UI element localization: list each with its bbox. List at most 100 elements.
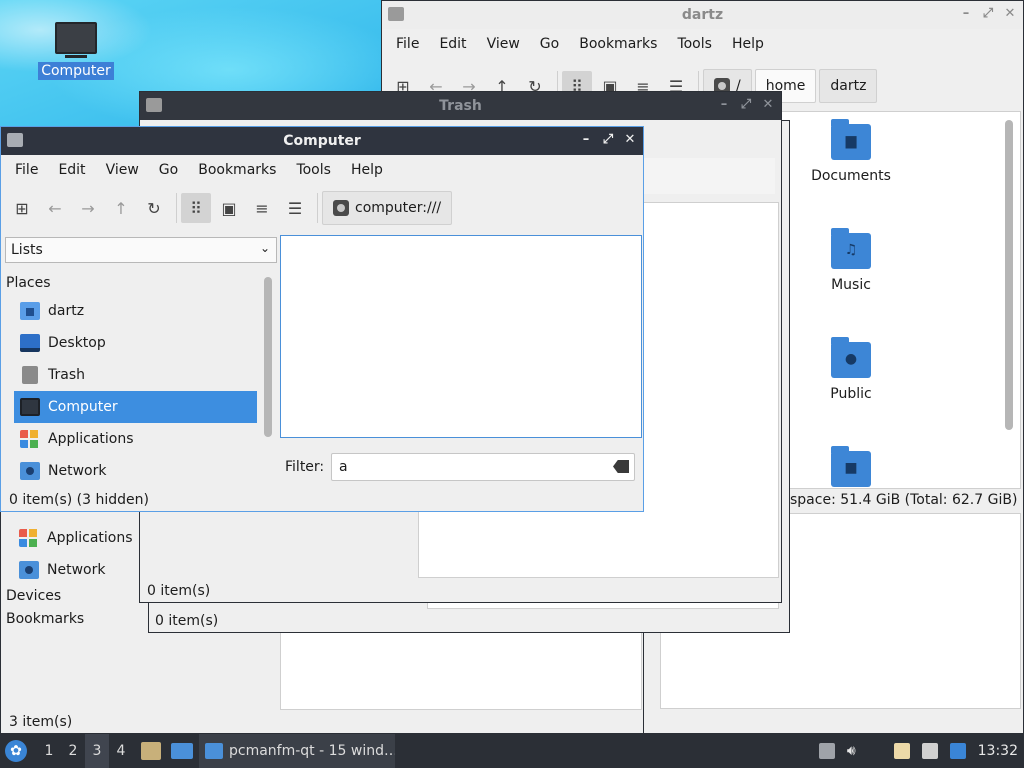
forward-arrow-icon[interactable]: → [73, 193, 103, 223]
new-tab-icon[interactable]: ⊞ [7, 193, 37, 223]
path-dartz-button[interactable]: dartz [819, 69, 878, 103]
minimize-button[interactable]: – [717, 97, 731, 112]
menu-tools[interactable]: Tools [286, 162, 341, 178]
file-manager-launcher-icon[interactable] [141, 742, 161, 760]
taskbar-task[interactable]: pcmanfm-qt - 15 wind… [199, 734, 395, 768]
window-title: Trash [439, 98, 482, 114]
folder-label: Documents [811, 168, 891, 184]
sidebar-item-label: Desktop [48, 335, 106, 351]
clipboard-icon[interactable] [893, 743, 910, 759]
location-button[interactable]: computer:/// [322, 191, 453, 225]
menu-view[interactable]: View [477, 36, 530, 52]
maximize-button[interactable]: ⤢ [601, 132, 615, 147]
back-arrow-icon[interactable]: ← [40, 193, 70, 223]
sidebar-item-label: Trash [48, 367, 85, 383]
close-button[interactable]: ✕ [623, 132, 637, 147]
workspace-4[interactable]: 4 [109, 743, 133, 759]
thumbnail-view-icon[interactable]: ▣ [214, 193, 244, 223]
network-icon [19, 561, 39, 579]
sidebar-item-computer[interactable]: Computer [14, 391, 257, 423]
sidebar-mode-select[interactable]: Lists ⌄ [5, 237, 277, 263]
places-header[interactable]: Places [6, 275, 51, 291]
scrollbar[interactable] [1005, 120, 1013, 430]
sidebar-item-trash[interactable]: Trash [14, 359, 257, 391]
document-folder-icon: ▆ [831, 119, 871, 160]
network-icon [20, 462, 40, 480]
detailed-view-icon[interactable]: ☰ [280, 193, 310, 223]
icon-view-icon[interactable]: ⠿ [181, 193, 211, 223]
sidebar-mode-value: Lists [11, 242, 43, 258]
minimize-button[interactable]: – [579, 132, 593, 147]
desktop-icon [20, 334, 40, 352]
clear-icon[interactable] [613, 460, 629, 473]
folder-label: Music [831, 277, 871, 293]
folder-documents[interactable]: ▆ Documents [791, 119, 911, 184]
sidebar-item-network[interactable]: Network [13, 554, 139, 586]
sidebar-item-applications[interactable]: Applications [13, 522, 139, 554]
sidebar-item-label: Network [47, 562, 106, 578]
trash-status: 0 item(s) [147, 583, 211, 599]
sidebar-item-label: Applications [47, 530, 133, 546]
reload-icon[interactable]: ↻ [139, 193, 169, 223]
workspace-3[interactable]: 3 [85, 734, 109, 768]
close-button[interactable]: ✕ [761, 97, 775, 112]
filter-value: a [339, 459, 348, 475]
start-menu-icon[interactable]: ✿ [5, 740, 27, 762]
clock[interactable]: 13:32 [978, 743, 1018, 759]
path-segment: dartz [830, 78, 867, 94]
menu-help[interactable]: Help [341, 162, 393, 178]
compact-view-icon[interactable]: ≡ [247, 193, 277, 223]
computer-window: Computer – ⤢ ✕ File Edit View Go Bookmarks… [0, 126, 644, 512]
window-title: dartz [681, 7, 724, 23]
folder-label: Public [830, 386, 872, 402]
dartz-titlebar[interactable]: dartz – ⤢ ✕ [382, 1, 1023, 29]
menu-bookmarks[interactable]: Bookmarks [569, 36, 667, 52]
update-notifier-icon[interactable] [949, 743, 966, 759]
computer-file-view[interactable] [280, 235, 642, 438]
sidebar-item-desktop[interactable]: Desktop [14, 327, 257, 359]
drive-icon [333, 200, 349, 216]
menu-file[interactable]: File [5, 162, 48, 178]
menu-edit[interactable]: Edit [48, 162, 95, 178]
sidebar-item-applications[interactable]: Applications [14, 423, 257, 455]
section-bookmarks[interactable]: Bookmarks [6, 611, 84, 627]
menu-view[interactable]: View [96, 162, 149, 178]
desktop-computer-shortcut[interactable]: Computer [34, 22, 118, 80]
menu-bookmarks[interactable]: Bookmarks [188, 162, 286, 178]
folder-videos[interactable]: ■ [791, 446, 911, 495]
menu-edit[interactable]: Edit [429, 36, 476, 52]
trash-titlebar[interactable]: Trash – ⤢ ✕ [140, 92, 781, 120]
folder-icon [205, 743, 223, 759]
computer-status: 0 item(s) (3 hidden) [9, 492, 149, 508]
minimize-button[interactable]: – [959, 6, 973, 21]
menu-go[interactable]: Go [149, 162, 188, 178]
folder-music[interactable]: ♫ Music [791, 228, 911, 293]
workspace-1[interactable]: 1 [37, 743, 61, 759]
desktop: Computer dartz – ⤢ ✕ File Edit View Go Boo… [0, 0, 1024, 734]
sidebar-item-dartz[interactable]: dartz [14, 295, 257, 327]
sidebar-item-network[interactable]: Network [14, 455, 257, 487]
filter-input[interactable]: a [331, 453, 635, 481]
workspace-2[interactable]: 2 [61, 743, 85, 759]
close-button[interactable]: ✕ [1003, 6, 1017, 21]
menu-tools[interactable]: Tools [667, 36, 722, 52]
maximize-button[interactable]: ⤢ [739, 97, 753, 112]
sidebar-scrollbar[interactable] [264, 277, 272, 437]
menu-help[interactable]: Help [722, 36, 774, 52]
toolbar: ⊞ ← → ↑ ↻ ⠿ ▣ ≡ ☰ computer:/// [1, 185, 643, 231]
menu-go[interactable]: Go [530, 36, 569, 52]
eject-icon[interactable] [818, 743, 835, 759]
menu-file[interactable]: File [386, 36, 429, 52]
window-title: Computer [283, 133, 361, 149]
section-devices[interactable]: Devices [6, 588, 61, 604]
applications-icon [20, 430, 40, 448]
maximize-button[interactable]: ⤢ [981, 6, 995, 21]
volume-icon[interactable]: 🔊︎ [847, 743, 856, 759]
trash-icon [22, 366, 38, 384]
folder-public[interactable]: ● Public [791, 337, 911, 402]
sidebar-item-label: Computer [48, 399, 118, 415]
network-tray-icon[interactable] [921, 743, 938, 759]
computer-titlebar[interactable]: Computer – ⤢ ✕ [1, 127, 643, 155]
show-desktop-icon[interactable] [171, 743, 193, 759]
up-arrow-icon[interactable]: ↑ [106, 193, 136, 223]
